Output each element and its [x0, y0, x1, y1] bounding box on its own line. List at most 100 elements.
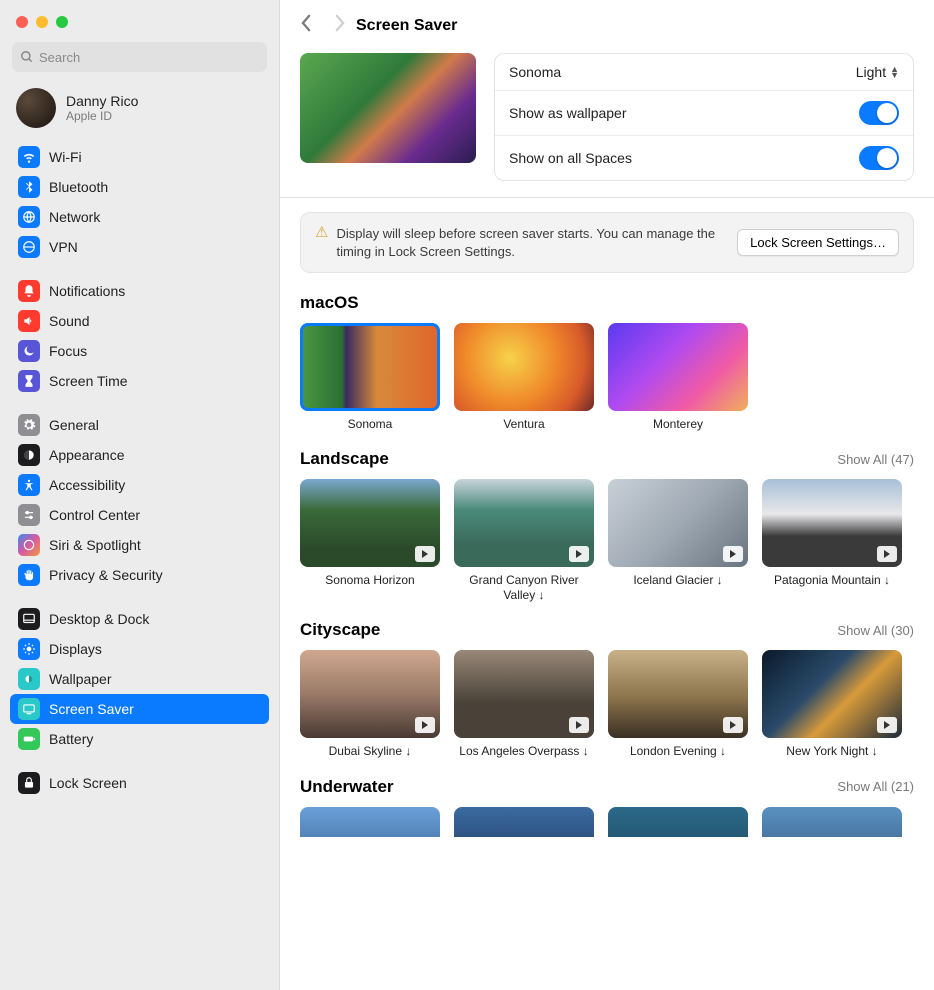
show-on-all-spaces-label: Show on all Spaces — [509, 150, 632, 166]
sidebar-item-wi-fi[interactable]: Wi-Fi — [10, 142, 269, 172]
sidebar-item-label: Siri & Spotlight — [49, 537, 141, 553]
screensaver-thumb — [608, 323, 748, 411]
search-icon — [20, 50, 34, 64]
sidebar-item-privacy-security[interactable]: Privacy & Security — [10, 560, 269, 590]
sidebar-item-label: Appearance — [49, 447, 125, 463]
sidebar-item-label: Control Center — [49, 507, 140, 523]
screensaver-thumb — [762, 807, 902, 837]
sidebar-item-appearance[interactable]: Appearance — [10, 440, 269, 470]
sidebar-item-battery[interactable]: Battery — [10, 724, 269, 754]
wifi-icon — [18, 146, 40, 168]
play-icon — [877, 717, 897, 733]
play-icon — [569, 717, 589, 733]
lock-screen-settings-button[interactable]: Lock Screen Settings… — [737, 229, 899, 256]
sidebar-item-label: Screen Time — [49, 373, 128, 389]
sidebar-item-label: Privacy & Security — [49, 567, 163, 583]
sidebar-item-label: Notifications — [49, 283, 125, 299]
show-as-wallpaper-label: Show as wallpaper — [509, 105, 627, 121]
screensaver-card[interactable] — [300, 807, 440, 837]
sidebar-item-notifications[interactable]: Notifications — [10, 276, 269, 306]
account-sub: Apple ID — [66, 109, 138, 123]
screensaver-card[interactable]: Iceland Glacier ↓ — [608, 479, 748, 602]
sidebar-item-network[interactable]: Network — [10, 202, 269, 232]
acc-icon — [18, 474, 40, 496]
back-button[interactable] — [300, 14, 313, 37]
screensaver-thumb — [454, 807, 594, 837]
screensaver-label: Grand Canyon River Valley ↓ — [454, 573, 594, 602]
sidebar-item-general[interactable]: General — [10, 410, 269, 440]
minimize-window[interactable] — [36, 16, 48, 28]
sidebar-nav: Wi-Fi BluetoothNetwork VPN Notifications Sou… — [0, 142, 279, 990]
play-icon — [569, 546, 589, 562]
sidebar-item-vpn[interactable]: VPN — [10, 232, 269, 262]
zoom-window[interactable] — [56, 16, 68, 28]
show-as-wallpaper-toggle[interactable] — [859, 101, 899, 125]
screensaver-card[interactable] — [608, 807, 748, 837]
screensaver-thumb — [454, 650, 594, 738]
screensaver-thumb — [300, 807, 440, 837]
sidebar-item-bluetooth[interactable]: Bluetooth — [10, 172, 269, 202]
page-title: Screen Saver — [356, 17, 457, 35]
screensaver-label: Monterey — [608, 417, 748, 431]
screensaver-card[interactable]: Sonoma — [300, 323, 440, 431]
show-all-link[interactable]: Show All (21) — [837, 779, 914, 794]
snd-icon — [18, 310, 40, 332]
screensaver-card[interactable]: Dubai Skyline ↓ — [300, 650, 440, 758]
screensaver-label: New York Night ↓ — [762, 744, 902, 758]
vpn-icon — [18, 236, 40, 258]
appearance-mode-dropdown[interactable]: Light ▲▼ — [856, 64, 899, 80]
disp-icon — [18, 638, 40, 660]
sidebar-item-screen-time[interactable]: Screen Time — [10, 366, 269, 396]
sidebar-item-wallpaper[interactable]: Wallpaper — [10, 664, 269, 694]
account-row[interactable]: Danny Rico Apple ID — [0, 80, 279, 142]
sidebar-item-label: Wallpaper — [49, 671, 112, 687]
screensaver-thumb — [608, 807, 748, 837]
screensaver-card[interactable]: London Evening ↓ — [608, 650, 748, 758]
close-window[interactable] — [16, 16, 28, 28]
sidebar-item-label: Lock Screen — [49, 775, 127, 791]
sidebar-item-lock-screen[interactable]: Lock Screen — [10, 768, 269, 798]
search-input[interactable]: Search — [12, 42, 267, 72]
toolbar: Screen Saver — [280, 0, 934, 47]
screensaver-card[interactable]: New York Night ↓ — [762, 650, 902, 758]
warning-text: Display will sleep before screen saver s… — [336, 225, 723, 260]
screensaver-card[interactable]: Grand Canyon River Valley ↓ — [454, 479, 594, 602]
sidebar-item-label: Accessibility — [49, 477, 125, 493]
sidebar-item-screen-saver[interactable]: Screen Saver — [10, 694, 269, 724]
sidebar-item-displays[interactable]: Displays — [10, 634, 269, 664]
screensaver-card[interactable]: Monterey — [608, 323, 748, 431]
section-title: Underwater — [300, 777, 394, 797]
screensaver-thumb — [300, 323, 440, 411]
screensaver-label: Sonoma — [300, 417, 440, 431]
options-panel: Sonoma Light ▲▼ Show as wallpaper Show o… — [494, 53, 914, 181]
screensaver-card[interactable]: Sonoma Horizon — [300, 479, 440, 602]
sidebar-item-label: Wi-Fi — [49, 149, 82, 165]
sidebar-item-label: VPN — [49, 239, 78, 255]
play-icon — [415, 546, 435, 562]
bell-icon — [18, 280, 40, 302]
main-pane: Screen Saver Sonoma Light ▲▼ Show as wal… — [280, 0, 934, 990]
screensaver-thumb — [454, 323, 594, 411]
forward-button — [333, 14, 346, 37]
screensaver-thumb — [300, 479, 440, 567]
screensaver-card[interactable] — [454, 807, 594, 837]
gear-icon — [18, 414, 40, 436]
show-on-all-spaces-toggle[interactable] — [859, 146, 899, 170]
sidebar-item-sound[interactable]: Sound — [10, 306, 269, 336]
screensaver-card[interactable]: Ventura — [454, 323, 594, 431]
sidebar-item-control-center[interactable]: Control Center — [10, 500, 269, 530]
bat-icon — [18, 728, 40, 750]
sidebar-item-accessibility[interactable]: Accessibility — [10, 470, 269, 500]
search-placeholder: Search — [39, 50, 80, 65]
screensaver-card[interactable]: Los Angeles Overpass ↓ — [454, 650, 594, 758]
sidebar-item-desktop-dock[interactable]: Desktop & Dock — [10, 604, 269, 634]
screensaver-card[interactable]: Patagonia Mountain ↓ — [762, 479, 902, 602]
sidebar-item-siri-spotlight[interactable]: Siri & Spotlight — [10, 530, 269, 560]
show-all-link[interactable]: Show All (47) — [837, 452, 914, 467]
play-icon — [415, 717, 435, 733]
net-icon — [18, 206, 40, 228]
show-all-link[interactable]: Show All (30) — [837, 623, 914, 638]
screensaver-card[interactable] — [762, 807, 902, 837]
sidebar-item-focus[interactable]: Focus — [10, 336, 269, 366]
siri-icon — [18, 534, 40, 556]
